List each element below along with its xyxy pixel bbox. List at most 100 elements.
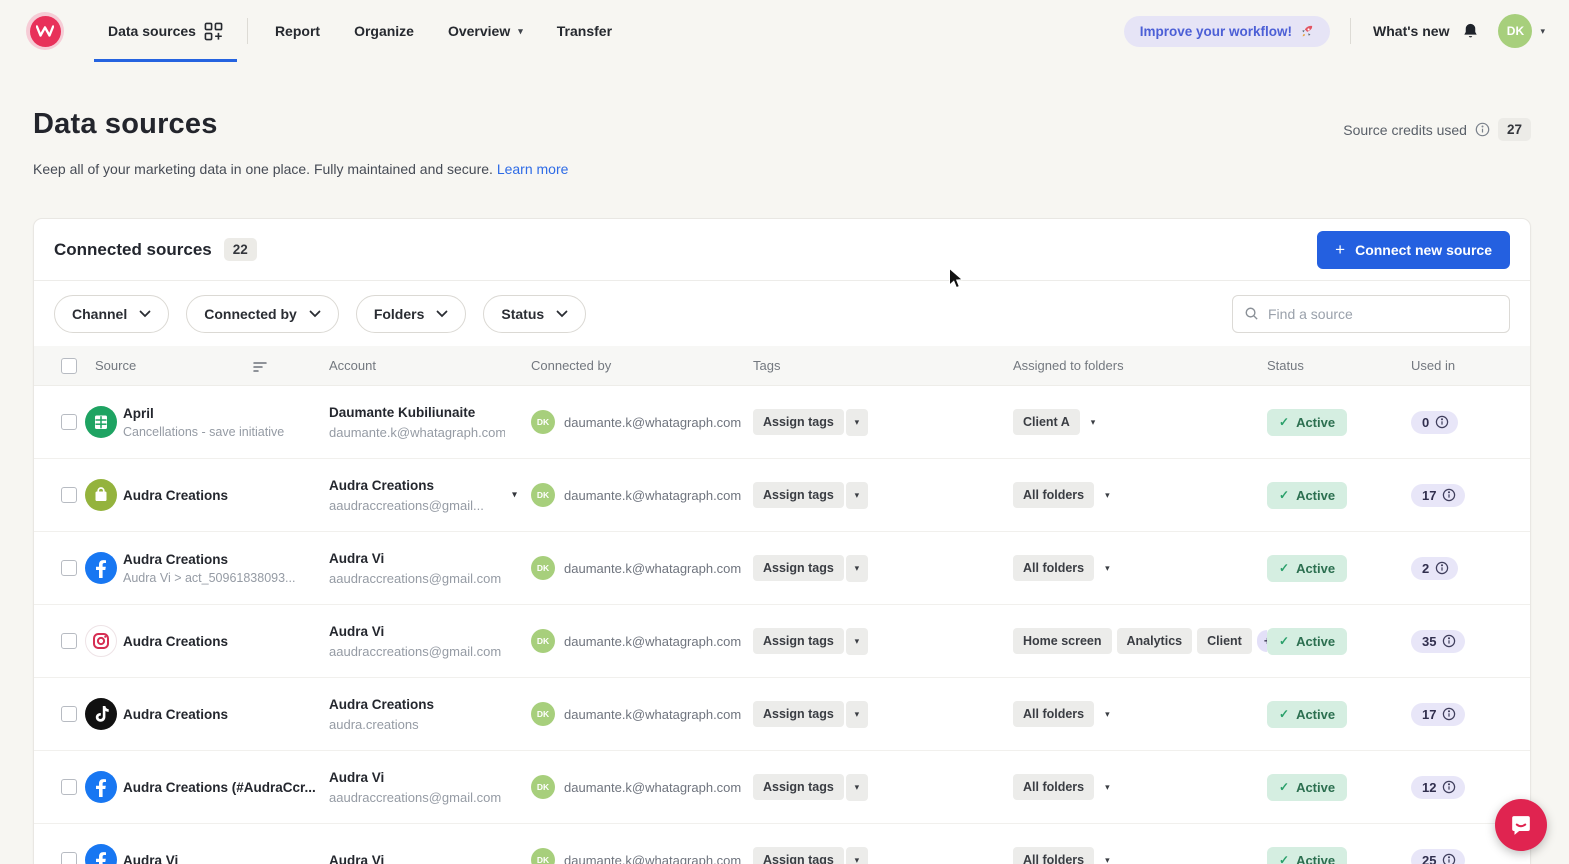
folders-chevron-down-icon[interactable]: ▾ [1099,559,1116,578]
whatagraph-logo[interactable] [26,12,64,50]
folder-chip[interactable]: Home screen [1013,628,1112,654]
folder-chip[interactable]: All folders [1013,482,1094,508]
folder-chips: All folders [1013,701,1094,727]
assign-tags-chevron-down-icon[interactable]: ▾ [846,701,868,728]
assign-tags-chevron-down-icon[interactable]: ▾ [846,409,868,436]
folders-cell: All folders ▾ [1013,701,1267,727]
info-icon[interactable] [1442,853,1456,864]
assign-tags-button[interactable]: Assign tags [753,628,844,654]
user-avatar[interactable]: DK [1498,14,1532,48]
info-icon[interactable] [1442,488,1456,502]
chat-launcher-button[interactable] [1495,799,1547,851]
filter-folders[interactable]: Folders [356,295,467,333]
column-tags: Tags [753,358,1013,373]
account-name: Audra Creations [329,478,505,493]
nav-transfer[interactable]: Transfer [540,0,629,62]
facebook-icon [85,771,117,803]
filter-connected-by[interactable]: Connected by [186,295,339,333]
column-account: Account [329,358,531,373]
assign-tags-button[interactable]: Assign tags [753,482,844,508]
table-row: Audra Creations Audra Creations aaudracc… [34,459,1530,532]
status-label: Active [1296,853,1335,864]
used-in-value: 17 [1422,488,1436,503]
info-icon[interactable] [1442,634,1456,648]
folders-chevron-down-icon[interactable]: ▾ [1099,705,1116,724]
assign-tags-button[interactable]: Assign tags [753,409,844,435]
connect-new-source-button[interactable]: + Connect new source [1317,231,1510,269]
assign-tags-chevron-down-icon[interactable]: ▾ [846,628,868,655]
row-checkbox[interactable] [61,414,77,430]
folder-chip[interactable]: Client A [1013,409,1080,435]
info-icon[interactable] [1442,780,1456,794]
folders-more-badge[interactable]: +4 [1257,630,1267,652]
assign-tags-button[interactable]: Assign tags [753,555,844,581]
check-icon: ✓ [1279,634,1289,648]
row-checkbox[interactable] [61,560,77,576]
account-subtitle: aaudraccreations@gmail... [329,498,505,513]
avatar-chevron-down-icon[interactable]: ▾ [1540,26,1545,37]
search-input[interactable] [1268,306,1498,322]
page-subtitle: Keep all of your marketing data in one p… [33,161,568,177]
source-name: Audra Creations [123,707,228,722]
nav-organize[interactable]: Organize [337,0,431,62]
source-name: Audra Vi [123,853,178,864]
filter-status[interactable]: Status [483,295,586,333]
used-in-pill: 12 [1411,776,1465,799]
folder-chip[interactable]: All folders [1013,555,1094,581]
whats-new-link[interactable]: What's new [1373,23,1449,39]
status-badge: ✓ Active [1267,847,1347,864]
instagram-icon [85,625,117,657]
used-in-pill: 0 [1411,411,1458,434]
page-title: Data sources [33,108,568,141]
info-icon[interactable] [1435,561,1449,575]
check-icon: ✓ [1279,488,1289,502]
row-checkbox[interactable] [61,852,77,864]
used-in-pill: 25 [1411,849,1465,864]
folder-chip[interactable]: All folders [1013,701,1094,727]
folder-chip[interactable]: All folders [1013,847,1094,864]
google-sheets-icon [85,406,117,438]
table-row: April Cancellations - save initiative Da… [34,386,1530,459]
nav-overview[interactable]: Overview ▾ [431,0,540,62]
nav-report[interactable]: Report [258,0,337,62]
assign-tags-button[interactable]: Assign tags [753,701,844,727]
row-checkbox[interactable] [61,633,77,649]
column-source: Source [95,358,136,373]
assign-tags-chevron-down-icon[interactable]: ▾ [846,847,868,864]
facebook-icon [85,552,117,584]
used-in-value: 25 [1422,853,1436,864]
used-in-value: 12 [1422,780,1436,795]
info-icon[interactable] [1475,122,1490,137]
row-checkbox[interactable] [61,779,77,795]
info-icon[interactable] [1435,415,1449,429]
info-icon[interactable] [1442,707,1456,721]
folders-chevron-down-icon[interactable]: ▾ [1099,851,1116,864]
folders-chevron-down-icon[interactable]: ▾ [1085,413,1102,432]
folder-chip[interactable]: Analytics [1117,628,1193,654]
avatar: DK [531,702,555,726]
filter-channel[interactable]: Channel [54,295,169,333]
search-box [1232,295,1510,333]
row-checkbox[interactable] [61,706,77,722]
row-checkbox[interactable] [61,487,77,503]
assign-tags-chevron-down-icon[interactable]: ▾ [846,555,868,582]
assign-tags-chevron-down-icon[interactable]: ▾ [846,482,868,509]
tiktok-icon [85,698,117,730]
learn-more-link[interactable]: Learn more [497,161,569,177]
assign-tags-button[interactable]: Assign tags [753,847,844,864]
improve-workflow-button[interactable]: Improve your workflow! [1124,16,1330,47]
folders-chevron-down-icon[interactable]: ▾ [1099,778,1116,797]
assign-tags-button[interactable]: Assign tags [753,774,844,800]
page-header: Data sources Keep all of your marketing … [0,62,1569,177]
bell-icon[interactable] [1461,21,1480,41]
status-badge: ✓ Active [1267,555,1347,582]
account-chevron-down-icon[interactable]: ▾ [512,490,517,501]
nav-data-sources[interactable]: Data sources [94,0,237,62]
select-all-checkbox[interactable] [61,358,77,374]
sort-icon[interactable] [253,360,268,372]
folders-chevron-down-icon[interactable]: ▾ [1099,486,1116,505]
assign-tags-chevron-down-icon[interactable]: ▾ [846,774,868,801]
folder-chip[interactable]: Client [1197,628,1252,654]
folder-chip[interactable]: All folders [1013,774,1094,800]
used-in-value: 17 [1422,707,1436,722]
